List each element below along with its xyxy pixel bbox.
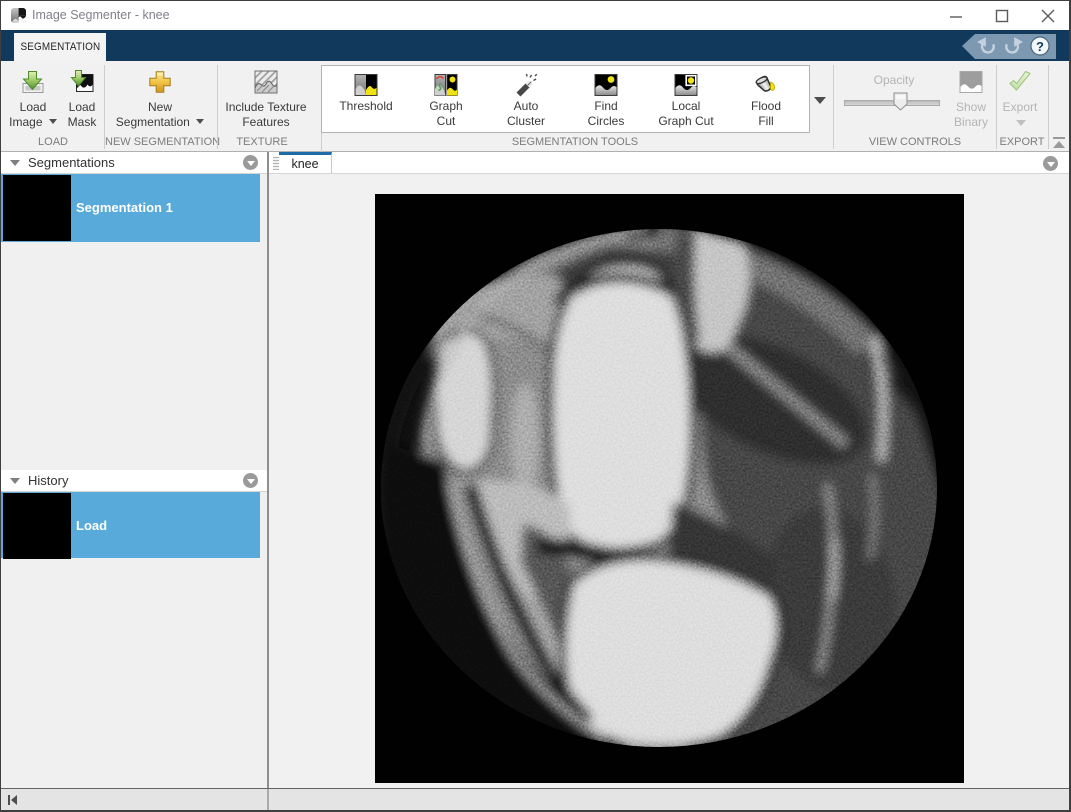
svg-text:?: ? (1036, 39, 1044, 54)
